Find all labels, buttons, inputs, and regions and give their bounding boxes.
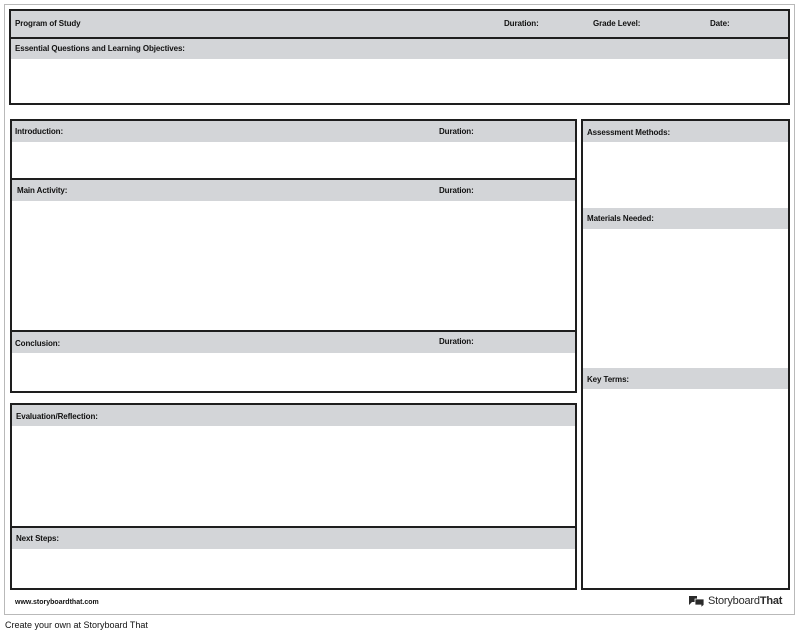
next-steps-area[interactable] [12,549,575,588]
evaluation-area[interactable] [12,426,575,526]
program-box: Program of Study Duration: Grade Level: … [9,9,790,105]
introduction-duration-label: Duration: [439,127,474,136]
logo-text: StoryboardThat [708,595,782,607]
sidebar-box: Assessment Methods: Materials Needed: Ke… [581,119,790,590]
introduction-header [12,121,575,142]
conclusion-area[interactable] [12,353,575,391]
key-terms-label: Key Terms: [587,375,629,384]
program-of-study-label: Program of Study [15,19,81,28]
program-header [11,11,788,37]
conclusion-header [12,332,575,353]
next-steps-header [12,528,575,549]
materials-needed-label: Materials Needed: [587,214,654,223]
footer-url[interactable]: www.storyboardthat.com [15,599,99,606]
main-activity-header [12,180,575,201]
essential-questions-area[interactable] [11,59,788,103]
create-your-own-caption[interactable]: Create your own at Storyboard That [5,620,148,630]
main-activity-label: Main Activity: [17,186,68,195]
materials-area[interactable] [583,229,788,368]
evaluation-reflection-label: Evaluation/Reflection: [16,412,98,421]
duration-label: Duration: [504,19,539,28]
essential-questions-label: Essential Questions and Learning Objecti… [15,44,185,53]
evaluation-box: Evaluation/Reflection: Next Steps: [10,403,577,590]
main-activity-duration-label: Duration: [439,186,474,195]
storyboardthat-logo[interactable]: StoryboardThat [688,593,782,609]
logo-text-part1: Storyboard [708,595,760,607]
introduction-area[interactable] [12,142,575,178]
date-label: Date: [710,19,730,28]
next-steps-label: Next Steps: [16,534,59,543]
introduction-label: Introduction: [15,127,64,136]
assessment-area[interactable] [583,142,788,208]
lesson-box: Introduction: Duration: Main Activity: D… [10,119,577,393]
logo-text-part2: That [759,595,783,607]
key-terms-area[interactable] [583,389,788,588]
conclusion-label: Conclusion: [15,339,61,348]
grade-level-label: Grade Level: [593,19,641,28]
storyboard-logo-icon [689,595,705,608]
conclusion-duration-label: Duration: [439,337,474,346]
main-activity-area[interactable] [12,201,575,330]
assessment-methods-label: Assessment Methods: [587,128,671,137]
